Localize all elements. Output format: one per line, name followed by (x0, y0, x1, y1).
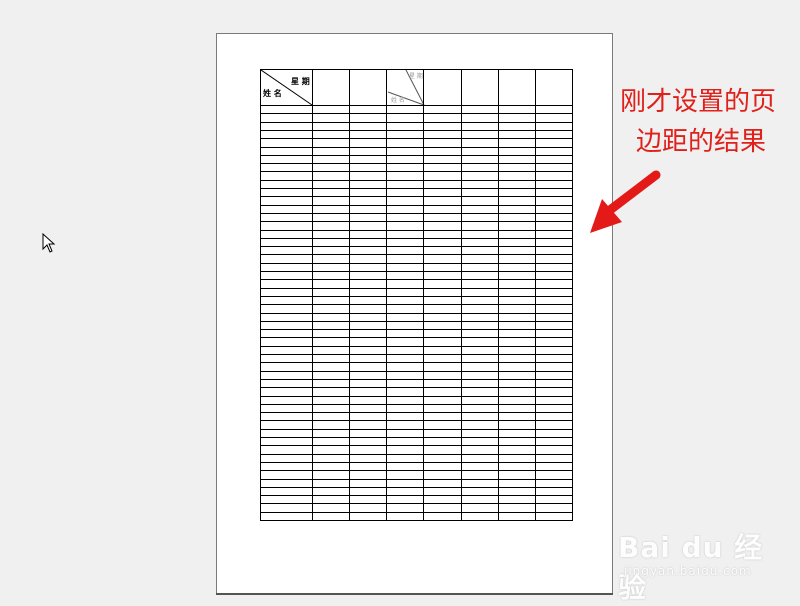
table-row-divider (261, 462, 572, 463)
table-row-divider (261, 354, 572, 355)
table-row-divider (261, 454, 572, 455)
table-row-divider (261, 205, 572, 206)
table-row-divider (261, 495, 572, 496)
document-page: 星 期 姓 名 星 期 姓 名 (216, 33, 613, 594)
table-row-divider (261, 171, 572, 172)
header-weekday-label: 星 期 (291, 77, 310, 86)
table-row-divider (261, 420, 572, 421)
table-row-divider (261, 304, 572, 305)
mouse-pointer-icon (42, 233, 56, 253)
schedule-table: 星 期 姓 名 星 期 姓 名 (260, 69, 573, 521)
table-row-divider (261, 238, 572, 239)
table-row-divider (261, 296, 572, 297)
table-row-divider (261, 337, 572, 338)
table-row-divider (261, 396, 572, 397)
table-row-divider (261, 180, 572, 181)
table-row-divider (261, 188, 572, 189)
table-row-divider (261, 487, 572, 488)
red-arrow-icon (590, 170, 661, 233)
table-row-divider (261, 288, 572, 289)
table-row-divider (261, 138, 572, 139)
table-row-divider (261, 346, 572, 347)
table-row-divider (261, 313, 572, 314)
table-row-divider (261, 196, 572, 197)
table-row-divider (261, 479, 572, 480)
table-row-divider (261, 155, 572, 156)
table-row-divider (261, 246, 572, 247)
table-row-divider (261, 445, 572, 446)
table-row-divider (261, 254, 572, 255)
table-row-divider (261, 163, 572, 164)
baidu-jingyan-watermark: Bai du 经验 jingyan.baidu.com (612, 512, 772, 604)
table-row-divider (261, 362, 572, 363)
table-row-divider (261, 379, 572, 380)
table-row-divider (261, 263, 572, 264)
table-row-divider (261, 437, 572, 438)
table-row-divider (261, 279, 572, 280)
table-row-divider (261, 122, 572, 123)
table-row-divider (261, 371, 572, 372)
header-name-label: 姓 名 (263, 89, 282, 98)
header-name-label-2: 姓 名 (391, 97, 405, 104)
watermark-url-text: jingyan.baidu.com (624, 564, 752, 578)
table-row-divider (261, 470, 572, 471)
table-row-divider (261, 147, 572, 148)
table-row-divider (261, 404, 572, 405)
table-row-divider (261, 429, 572, 430)
header-weekday-label-2: 星 期 (409, 73, 423, 80)
table-row-divider (261, 387, 572, 388)
table-row-divider (261, 512, 572, 513)
table-row-divider (261, 221, 572, 222)
table-row-divider (261, 329, 572, 330)
annotation-line-2: 边距的结果 (636, 127, 767, 157)
annotation-line-1: 刚才设置的页 (620, 87, 777, 117)
table-row-divider (261, 105, 572, 106)
table-row-divider (261, 130, 572, 131)
table-row-divider (261, 503, 572, 504)
page-shadow-edge (216, 593, 613, 595)
table-row-divider (261, 213, 572, 214)
table-row-divider (261, 113, 572, 114)
annotation-text: 刚才设置的页 边距的结果 (620, 82, 790, 162)
table-row-divider (261, 412, 572, 413)
table-row-divider (261, 230, 572, 231)
table-row-divider (261, 321, 572, 322)
table-row-divider (261, 271, 572, 272)
